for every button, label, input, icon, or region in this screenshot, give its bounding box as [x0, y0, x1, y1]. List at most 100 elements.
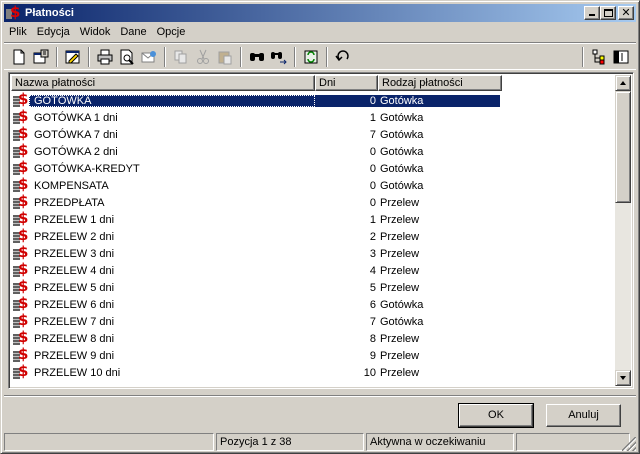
cell-days: 7: [369, 128, 376, 141]
list-rows: $ GOTÓWKA 0 Gotówka $ GOTÓWKA 1 dni 1 Gotówka $ G…: [11, 90, 503, 381]
cell-payment-type: Gotówka: [380, 128, 424, 141]
table-row[interactable]: $ PRZEDPŁATA 0 Przelew: [11, 192, 503, 211]
table-row[interactable]: $ PRZELEW 7 dni 7 Gotówka: [11, 311, 503, 330]
table-row[interactable]: $ PRZELEW 8 dni 8 Przelew: [11, 328, 503, 347]
table-row[interactable]: $ PRZELEW 9 dni 9 Przelew: [11, 345, 503, 364]
scroll-down-button[interactable]: [615, 370, 631, 386]
print-button[interactable]: [94, 46, 116, 68]
table-row[interactable]: $ PRZELEW 2 dni 2 Przelew: [11, 226, 503, 245]
maximize-button[interactable]: [600, 6, 616, 20]
cell-days: 0: [369, 145, 376, 158]
cell-days: 0: [369, 196, 376, 209]
toolbar-separator: [582, 47, 584, 67]
paste-button[interactable]: [214, 46, 236, 68]
table-row[interactable]: $ PRZELEW 5 dni 5 Przelew: [11, 277, 503, 296]
payments-list[interactable]: Nazwa płatności Dni Rodzaj płatności $ GO…: [8, 72, 634, 389]
table-row[interactable]: $ GOTÓWKA 2 dni 0 Gotówka: [11, 141, 503, 160]
menu-plik[interactable]: Plik: [4, 26, 32, 38]
table-row[interactable]: $ PRZELEW 4 dni 4 Przelew: [11, 260, 503, 279]
table-row[interactable]: $ GOTÓWKA 1 dni 1 Gotówka: [11, 107, 503, 126]
cell-days: 10: [363, 366, 376, 379]
find-button[interactable]: [246, 46, 268, 68]
cell-days: 7: [369, 315, 376, 328]
column-header-days[interactable]: Dni: [315, 75, 378, 91]
cell-payment-type: Przelew: [380, 366, 420, 379]
close-button[interactable]: ✕: [618, 6, 634, 20]
cell-payment-name: PRZELEW 2 dni: [34, 230, 115, 243]
cell-payment-type: Przelew: [380, 196, 420, 209]
resize-grip[interactable]: [622, 437, 636, 451]
refresh-icon: [304, 50, 318, 64]
email-button[interactable]: [138, 46, 160, 68]
tree-button[interactable]: [588, 46, 610, 68]
window-title: Płatności: [25, 7, 74, 19]
cell-payment-name: PRZELEW 8 dni: [34, 332, 115, 345]
cancel-button[interactable]: Anuluj: [546, 404, 621, 427]
cell-payment-name: PRZELEW 7 dni: [34, 315, 115, 328]
scroll-thumb[interactable]: [615, 91, 631, 203]
cut-button[interactable]: [192, 46, 214, 68]
table-row[interactable]: $ PRZELEW 3 dni 3 Przelew: [11, 243, 503, 262]
table-row[interactable]: $ GOTÓWKA 0 Gotówka: [11, 90, 503, 109]
new-button[interactable]: [8, 46, 30, 68]
cell-payment-name: GOTÓWKA 1 dni: [34, 111, 118, 124]
print-preview-button[interactable]: [116, 46, 138, 68]
menu-edycja[interactable]: Edycja: [32, 26, 75, 38]
copy-button[interactable]: [170, 46, 192, 68]
title-bar[interactable]: $ Płatności ✕: [4, 4, 636, 22]
status-bar: Pozycja 1 z 38 Aktywna w oczekiwaniu: [4, 433, 636, 451]
columns-icon: [613, 50, 629, 64]
column-header-type[interactable]: Rodzaj płatności: [378, 75, 502, 91]
toolbar-separator: [56, 47, 58, 67]
table-row[interactable]: $ PRZELEW 6 dni 6 Gotówka: [11, 294, 503, 313]
divider: [4, 395, 636, 397]
cell-payment-type: Przelew: [380, 247, 420, 260]
refresh-button[interactable]: [300, 46, 322, 68]
status-position: Pozycja 1 z 38: [216, 433, 364, 451]
cell-days: 0: [315, 94, 378, 107]
menu-bar: Plik Edycja Widok Dane Opcje: [4, 23, 190, 41]
column-header-name[interactable]: Nazwa płatności: [11, 75, 315, 91]
paste-icon: [218, 51, 232, 65]
menu-widok[interactable]: Widok: [75, 26, 116, 38]
toolbar: [4, 42, 636, 70]
menu-dane[interactable]: Dane: [115, 26, 151, 38]
cell-days: 1: [369, 111, 376, 124]
table-row[interactable]: $ KOMPENSATA 0 Gotówka: [11, 175, 503, 194]
email-icon: [141, 51, 156, 63]
minimize-icon: [589, 14, 595, 16]
properties-icon: [33, 49, 49, 64]
cell-payment-name: GOTÓWKA-KREDYT: [34, 162, 140, 175]
close-icon: ✕: [621, 6, 631, 19]
cell-payment-name: PRZELEW 9 dni: [34, 349, 115, 362]
vertical-scrollbar[interactable]: [615, 75, 631, 386]
cut-icon: [197, 49, 209, 64]
table-row[interactable]: $ PRZELEW 10 dni 10 Przelew: [11, 362, 503, 381]
undo-button[interactable]: [332, 46, 354, 68]
cell-days: 4: [369, 264, 376, 277]
arrow-down-icon: [620, 376, 626, 380]
table-row[interactable]: $ GOTÓWKA-KREDYT 0 Gotówka: [11, 158, 503, 177]
cell-payment-type: Gotówka: [380, 315, 424, 328]
table-row[interactable]: $ GOTÓWKA 7 dni 7 Gotówka: [11, 124, 503, 143]
find-next-button[interactable]: [268, 46, 290, 68]
cell-payment-name: KOMPENSATA: [34, 179, 109, 192]
edit-button[interactable]: [62, 46, 84, 68]
cell-days: 8: [369, 332, 376, 345]
toolbar-separator: [240, 47, 242, 67]
table-row[interactable]: $ PRZELEW 1 dni 1 Przelew: [11, 209, 503, 228]
cell-payment-type: Gotówka: [380, 162, 424, 175]
minimize-button[interactable]: [584, 6, 600, 20]
ok-button[interactable]: OK: [458, 403, 534, 428]
edit-icon: [65, 50, 80, 64]
app-icon: $: [6, 4, 22, 21]
copy-icon: [174, 50, 187, 64]
toolbar-separator: [294, 47, 296, 67]
cell-payment-name: GOTÓWKA: [29, 94, 315, 107]
columns-button[interactable]: [610, 46, 632, 68]
status-panel-left: [4, 433, 214, 451]
menu-opcje[interactable]: Opcje: [152, 26, 191, 38]
undo-icon: [335, 50, 349, 62]
properties-button[interactable]: [30, 46, 52, 68]
scroll-up-button[interactable]: [615, 75, 631, 91]
